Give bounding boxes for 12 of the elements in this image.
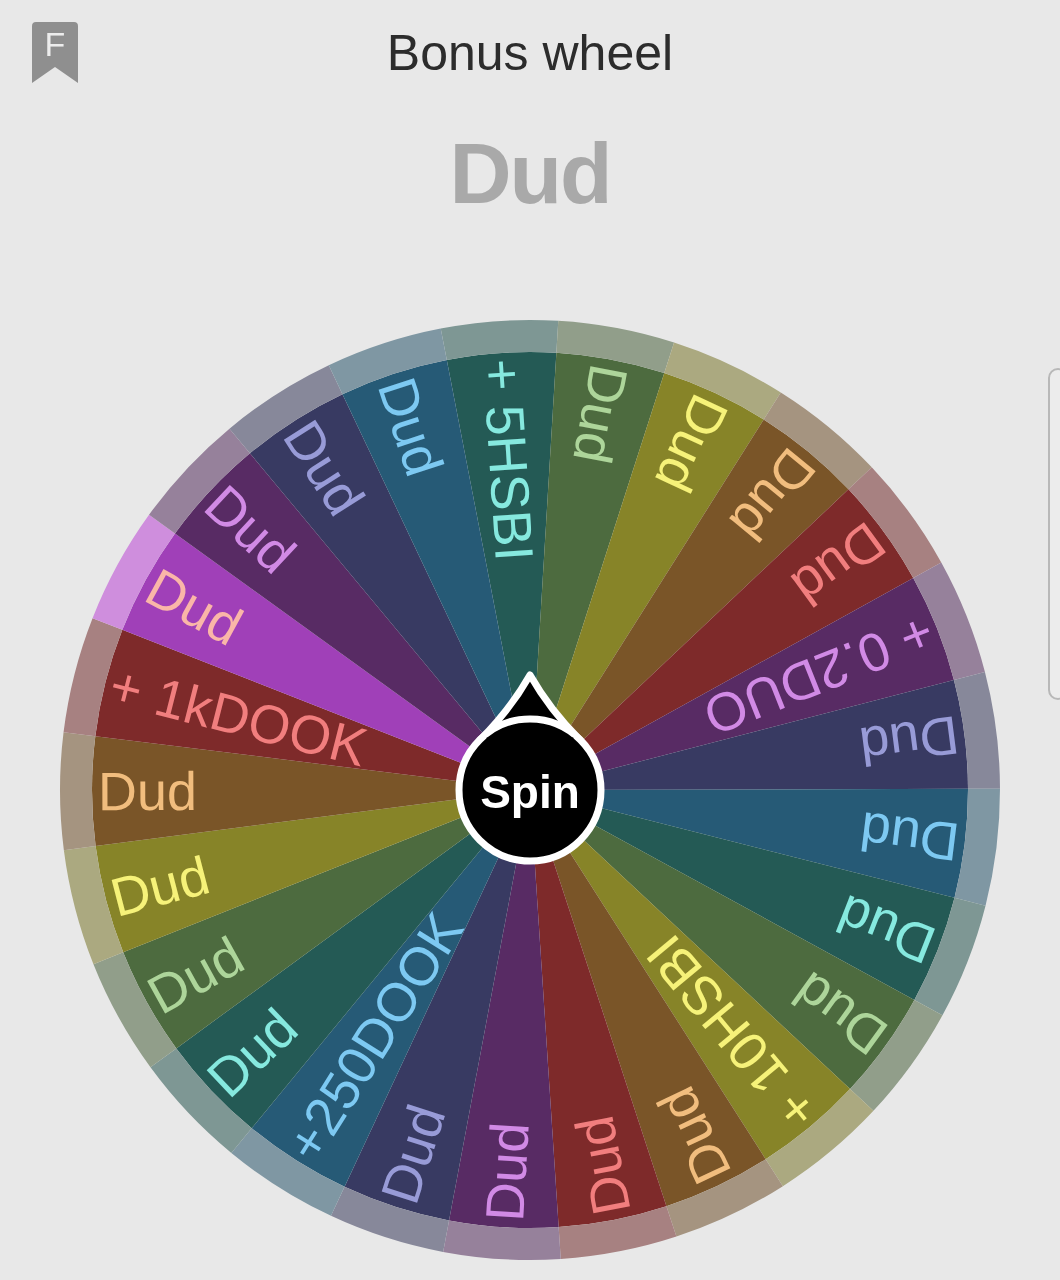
segment-label: Dud bbox=[104, 844, 216, 928]
segment-label: + 5HSBI bbox=[471, 356, 545, 564]
segment-label: Dud bbox=[643, 385, 741, 502]
segment-label: Dud bbox=[828, 883, 944, 976]
window-title: Bonus wheel bbox=[386, 23, 674, 83]
segment-label: Dud bbox=[563, 1111, 642, 1220]
segment-label: Dud bbox=[562, 359, 640, 469]
segment-label: Dud bbox=[366, 370, 455, 483]
result-text: Dud bbox=[449, 124, 611, 223]
segment-label: Dud bbox=[856, 801, 963, 873]
segment-label: Dud bbox=[474, 1120, 540, 1223]
segment-label: Dud bbox=[97, 760, 198, 822]
